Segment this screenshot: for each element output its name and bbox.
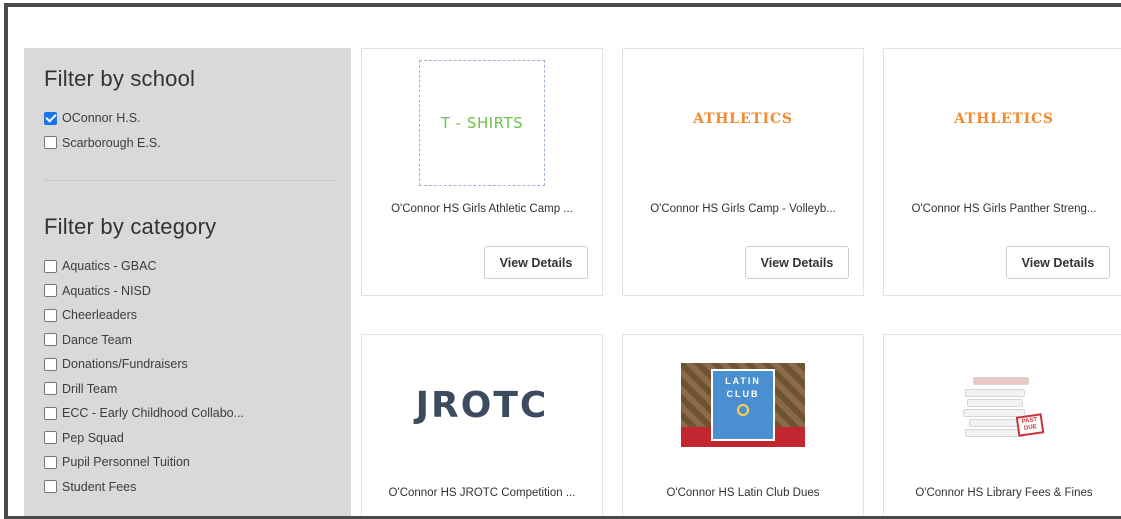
tshirts-image: T - SHIRTS	[419, 60, 545, 186]
view-details-button[interactable]: View Details	[745, 246, 849, 279]
athletics-image-text: ATHLETICS	[954, 111, 1054, 127]
product-card[interactable]: ATHLETICS O'Connor HS Girls Camp - Volle…	[622, 48, 864, 296]
category-filter-label: Student Fees	[62, 479, 137, 494]
checkbox[interactable]	[44, 455, 57, 469]
category-filter-item[interactable]: Drill Team	[44, 377, 351, 402]
view-details-button[interactable]: View Details	[1006, 246, 1110, 279]
checkbox-checked[interactable]	[44, 111, 57, 125]
category-filter-item[interactable]: Pep Squad	[44, 426, 351, 451]
product-title[interactable]: O'Connor HS Girls Athletic Camp ...	[362, 203, 602, 215]
latin-club-badge: LATIN CLUB	[711, 369, 775, 441]
checkbox[interactable]	[44, 259, 57, 273]
checkbox[interactable]	[44, 406, 57, 420]
filter-sidebar: Filter by school OConnor H.S. Scarboroug…	[24, 48, 351, 516]
view-details-button[interactable]: View Details	[484, 246, 588, 279]
checkbox[interactable]	[44, 136, 57, 150]
category-filter-label: Pep Squad	[62, 430, 124, 445]
category-filter-label: Drill Team	[62, 381, 118, 396]
product-card[interactable]: ATHLETICS O'Connor HS Girls Panther Stre…	[883, 48, 1121, 296]
product-card[interactable]: JROTC O'Connor HS JROTC Competition ...	[361, 334, 603, 516]
books-past-due-icon: PAST DUE	[959, 369, 1049, 441]
checkbox[interactable]	[44, 357, 57, 371]
checkbox[interactable]	[44, 431, 57, 445]
product-title[interactable]: O'Connor HS JROTC Competition ...	[362, 487, 602, 499]
page-frame: Filter by school OConnor H.S. Scarboroug…	[4, 3, 1121, 519]
latin-club-image: LATIN CLUB	[681, 363, 805, 447]
book-icon	[965, 389, 1025, 397]
category-filter-item[interactable]: Aquatics - NISD	[44, 279, 351, 304]
product-title[interactable]: O'Connor HS Library Fees & Fines	[884, 487, 1121, 499]
product-image[interactable]: ATHLETICS	[623, 49, 863, 189]
seal-icon	[737, 404, 749, 416]
product-image[interactable]: PAST DUE	[884, 335, 1121, 475]
category-filter-label: Donations/Fundraisers	[62, 357, 188, 372]
divider	[44, 180, 334, 181]
product-image[interactable]: T - SHIRTS	[362, 49, 602, 189]
category-filter-label: Aquatics - NISD	[62, 283, 151, 298]
product-image[interactable]: ATHLETICS	[884, 49, 1121, 189]
jrotc-logo-text: JROTC	[415, 384, 549, 426]
category-filter-item[interactable]: Cheerleaders	[44, 303, 351, 328]
book-icon	[973, 377, 1029, 385]
category-filter-item[interactable]: Donations/Fundraisers	[44, 352, 351, 377]
school-filter-scarborough[interactable]: Scarborough E.S.	[44, 131, 351, 156]
school-filter-label: Scarborough E.S.	[62, 135, 161, 150]
checkbox[interactable]	[44, 333, 57, 347]
category-filter-label: ECC - Early Childhood Collabo...	[62, 406, 245, 421]
badge-text-line2: CLUB	[726, 389, 760, 399]
category-filter-item[interactable]: Dance Team	[44, 328, 351, 353]
school-filter-label: OConnor H.S.	[62, 111, 141, 126]
product-title[interactable]: O'Connor HS Girls Panther Streng...	[884, 203, 1121, 215]
category-filter-label: Pupil Personnel Tuition	[62, 455, 190, 470]
category-filter-list: Aquatics - GBAC Aquatics - NISD Cheerlea…	[44, 254, 351, 499]
filter-school-title: Filter by school	[44, 66, 196, 91]
category-filter-item[interactable]: Student Fees	[44, 475, 351, 500]
badge-text-line1: LATIN	[725, 376, 761, 386]
category-filter-label: Aquatics - GBAC	[62, 259, 157, 274]
product-card[interactable]: PAST DUE O'Connor HS Library Fees & Fine…	[883, 334, 1121, 516]
product-card[interactable]: T - SHIRTS O'Connor HS Girls Athletic Ca…	[361, 48, 603, 296]
category-filter-item[interactable]: Pupil Personnel Tuition	[44, 450, 351, 475]
category-filter-label: Dance Team	[62, 332, 132, 347]
school-filter-list: OConnor H.S. Scarborough E.S.	[44, 106, 351, 155]
book-icon	[967, 399, 1023, 407]
athletics-image-text: ATHLETICS	[693, 111, 793, 127]
product-image[interactable]: JROTC	[362, 335, 602, 475]
product-card[interactable]: LATIN CLUB O'Connor HS Latin Club Dues	[622, 334, 864, 516]
stamp-text-line2: DUE	[1023, 424, 1038, 432]
filter-category-title: Filter by category	[44, 214, 217, 239]
past-due-stamp: PAST DUE	[1015, 413, 1045, 437]
category-filter-label: Cheerleaders	[62, 308, 138, 323]
school-filter-oconnor[interactable]: OConnor H.S.	[44, 106, 351, 131]
image-text: T - SHIRTS	[440, 114, 524, 132]
product-title[interactable]: O'Connor HS Girls Camp - Volleyb...	[623, 203, 863, 215]
product-image[interactable]: LATIN CLUB	[623, 335, 863, 475]
checkbox[interactable]	[44, 382, 57, 396]
checkbox[interactable]	[44, 480, 57, 494]
category-filter-item[interactable]: Aquatics - GBAC	[44, 254, 351, 279]
product-title[interactable]: O'Connor HS Latin Club Dues	[623, 487, 863, 499]
category-filter-item[interactable]: ECC - Early Childhood Collabo...	[44, 401, 351, 426]
checkbox[interactable]	[44, 308, 57, 322]
checkbox[interactable]	[44, 284, 57, 298]
book-icon	[965, 429, 1025, 437]
